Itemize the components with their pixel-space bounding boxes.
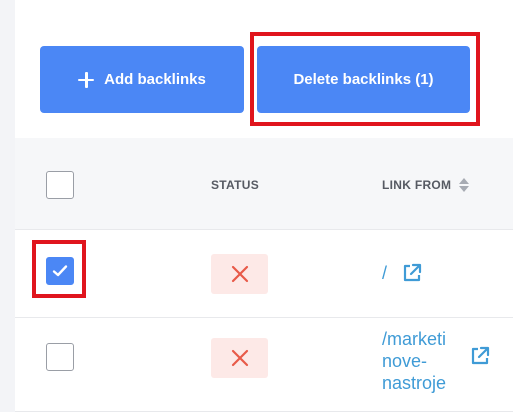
delete-backlinks-button[interactable]: Delete backlinks (1)	[257, 46, 470, 113]
column-header-link-from-label: LINK FROM	[382, 178, 452, 192]
status-badge-error	[211, 338, 268, 378]
close-icon	[231, 349, 248, 367]
link-line: nastroje	[382, 373, 447, 393]
table-header: STATUS LINK FROM	[15, 138, 513, 230]
sort-icon[interactable]	[459, 178, 470, 192]
link-line: /marketi	[382, 329, 447, 349]
row-checkbox[interactable]	[46, 343, 74, 371]
checkmark-icon	[52, 265, 68, 277]
toolbar: Add backlinks Delete backlinks (1)	[15, 0, 513, 138]
add-backlinks-label: Add backlinks	[104, 71, 206, 88]
link-from-text[interactable]: /	[382, 262, 387, 284]
backlinks-panel: Add backlinks Delete backlinks (1) STATU…	[15, 0, 513, 412]
row-checkbox-checked[interactable]	[46, 257, 74, 285]
delete-backlinks-label: Delete backlinks (1)	[293, 71, 434, 88]
external-link-icon[interactable]	[469, 345, 491, 367]
add-backlinks-button[interactable]: Add backlinks	[40, 46, 244, 113]
link-line: nove-	[382, 351, 428, 371]
plus-icon	[78, 71, 95, 88]
table-row: /marketi nove- nastroje	[15, 318, 513, 412]
table-row: /	[15, 230, 513, 318]
close-icon	[231, 265, 248, 283]
status-badge-error	[211, 254, 268, 294]
link-from-text[interactable]: /marketi nove- nastroje	[382, 328, 446, 394]
select-all-checkbox[interactable]	[46, 171, 74, 199]
column-header-link-from[interactable]: LINK FROM	[382, 178, 470, 192]
column-header-status: STATUS	[211, 178, 260, 192]
external-link-icon[interactable]	[401, 262, 423, 284]
